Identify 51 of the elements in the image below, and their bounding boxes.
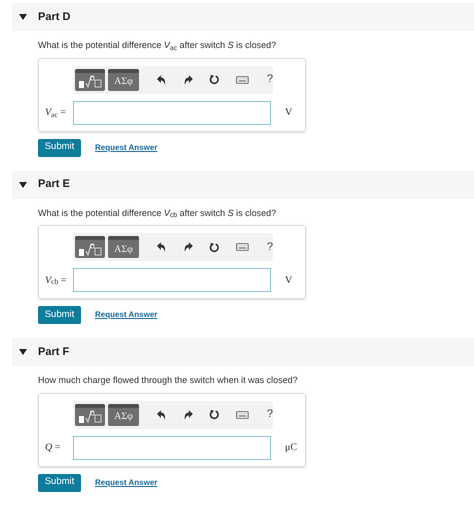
templates-icon (78, 75, 102, 88)
part-header[interactable]: Part E (12, 170, 474, 198)
unit-label: μC (285, 441, 298, 455)
part-title: Part F (38, 344, 70, 360)
reset-icon[interactable] (209, 242, 220, 252)
part-title: Part E (38, 177, 70, 192)
keyboard-icon[interactable] (236, 410, 249, 418)
unit-label: V (285, 106, 292, 120)
templates-icon (78, 410, 102, 423)
help-button[interactable]: ? (266, 406, 273, 423)
help-button[interactable]: ? (266, 71, 273, 88)
symbols-button[interactable]: ΑΣφ (108, 68, 139, 90)
question-text: What is the potential difference V$_{cb}$ after switch S is closed? (38, 206, 278, 220)
answer-label: Q = (44, 441, 62, 455)
symbols-button[interactable]: ΑΣφ (108, 404, 139, 426)
answer-label: V$_{cb}$ = (44, 274, 68, 288)
undo-icon[interactable] (156, 410, 166, 420)
part-title: Part D (38, 10, 70, 25)
caret-icon (19, 349, 27, 355)
answer-label: V$_{ac}$ = (44, 106, 67, 120)
answer-input[interactable] (73, 436, 271, 460)
undo-icon[interactable] (156, 242, 166, 252)
templates-button[interactable] (75, 404, 106, 426)
caret-icon (19, 14, 27, 20)
templates-button[interactable] (75, 236, 106, 258)
templates-icon (78, 242, 102, 256)
undo-icon[interactable] (156, 74, 166, 84)
redo-icon[interactable] (184, 242, 194, 252)
keyboard-icon[interactable] (236, 76, 249, 84)
redo-icon[interactable] (184, 74, 194, 84)
submit-button[interactable]: Submit (38, 306, 81, 324)
request-answer-link[interactable]: Request Answer (95, 142, 158, 154)
part-header[interactable]: Part F (12, 338, 474, 366)
redo-icon[interactable] (184, 410, 194, 420)
symbols-button[interactable]: ΑΣφ (108, 236, 139, 258)
templates-button[interactable] (75, 68, 106, 90)
question-text: What is the potential difference V$_{ac}$ after switch S is closed? (38, 39, 278, 52)
caret-icon (19, 182, 27, 188)
part-header[interactable]: Part D (12, 3, 474, 31)
answer-input[interactable] (73, 100, 271, 124)
submit-button[interactable]: Submit (38, 474, 81, 492)
unit-label: V (285, 274, 292, 288)
reset-icon[interactable] (209, 409, 220, 420)
request-answer-link[interactable]: Request Answer (95, 476, 158, 488)
request-answer-link[interactable]: Request Answer (95, 309, 158, 321)
submit-button[interactable]: Submit (38, 138, 81, 156)
answer-input[interactable] (73, 268, 271, 292)
help-button[interactable]: ? (266, 238, 273, 256)
reset-icon[interactable] (209, 74, 220, 85)
question-text: How much charge flowed through the switch when it was closed? (38, 374, 299, 387)
keyboard-icon[interactable] (236, 243, 249, 251)
